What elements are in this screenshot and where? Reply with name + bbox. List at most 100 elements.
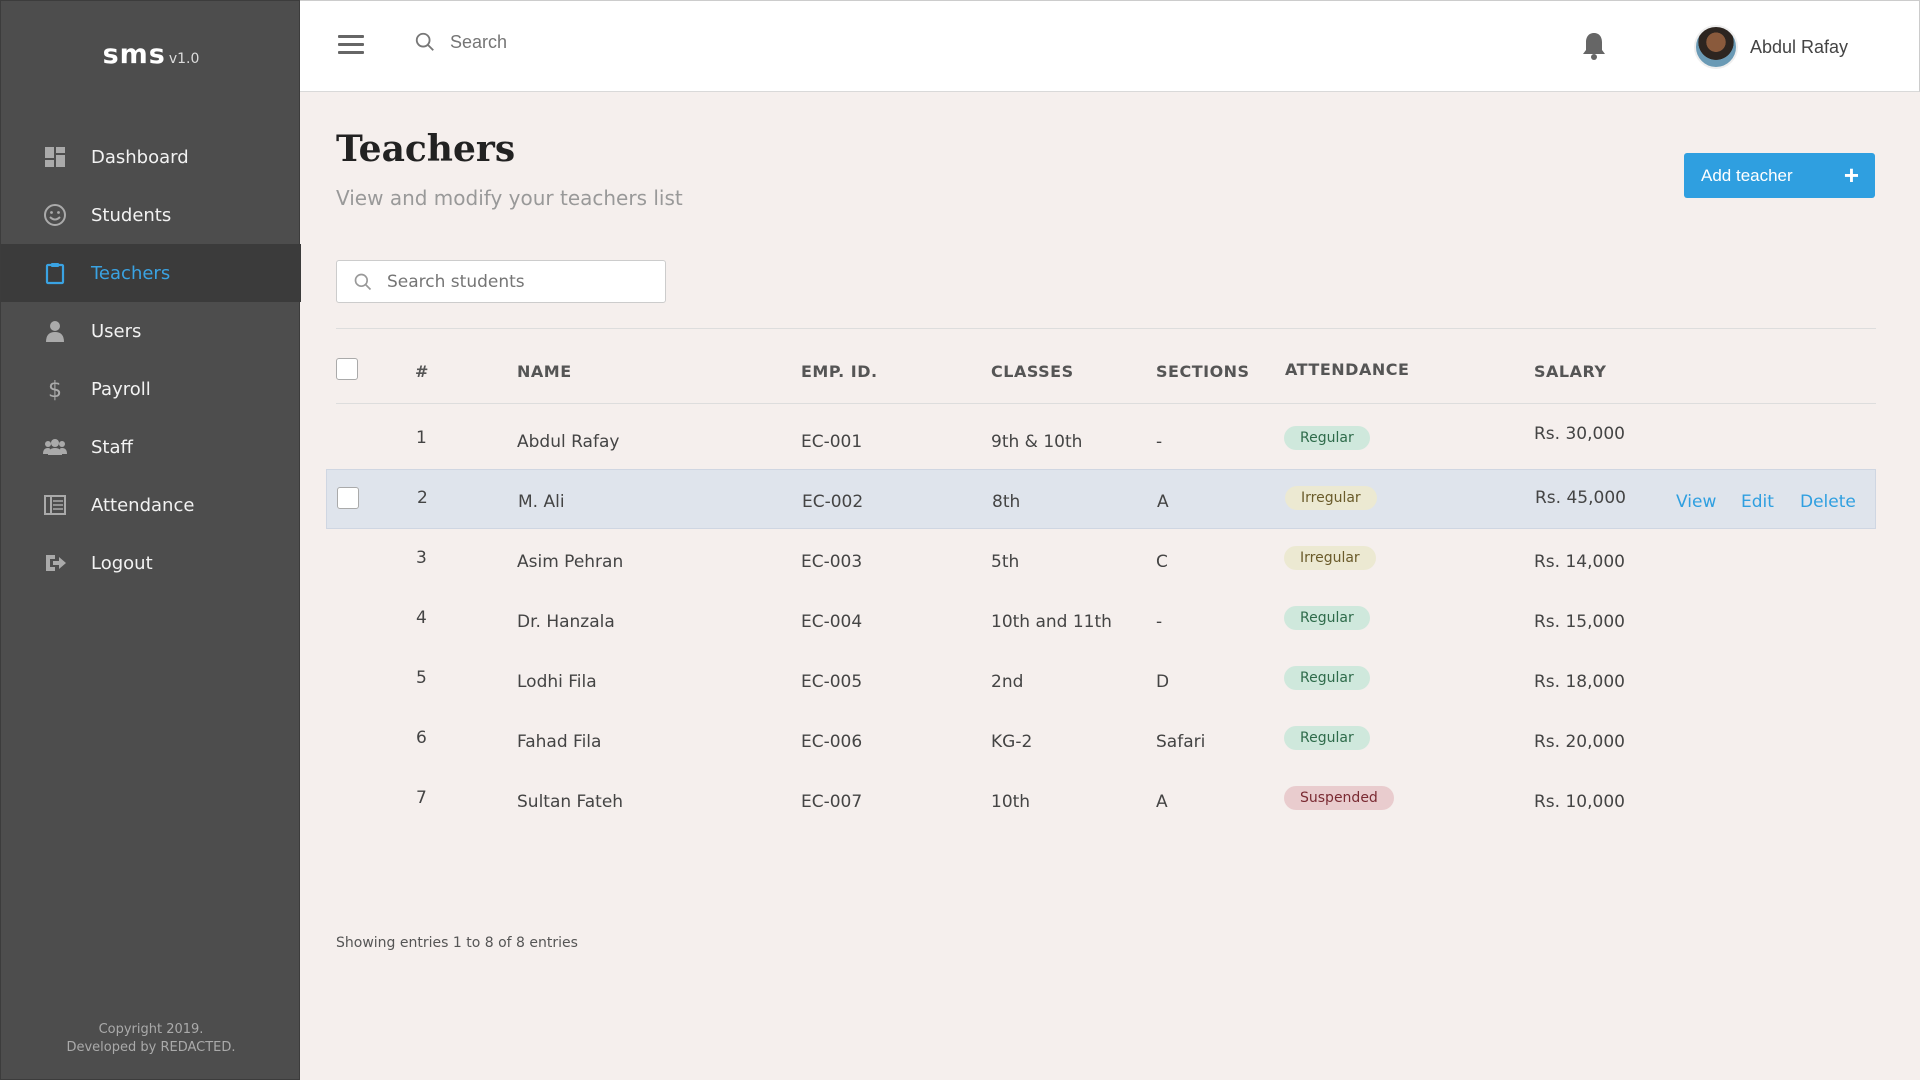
sections: C [1156,552,1168,572]
column-header-classes[interactable]: CLASSES [991,362,1074,381]
teacher-name: Sultan Fateh [517,792,624,812]
add-teacher-button[interactable]: Add teacher + [1684,153,1875,198]
edit-link[interactable]: Edit [1741,492,1774,512]
sidebar-item-attendance[interactable]: Attendance [1,476,301,534]
search-students-input[interactable] [387,271,657,292]
view-link[interactable]: View [1676,492,1716,512]
sections: A [1156,792,1168,812]
sidebar-item-users[interactable]: Users [1,302,301,360]
column-header-salary[interactable]: SALARY [1534,362,1607,381]
salary: Rs. 15,000 [1534,612,1625,632]
status-badge: Regular [1284,666,1370,690]
teacher-name: Fahad Fila [517,732,602,752]
svg-text:$: $ [48,378,62,401]
classes: 10th [991,792,1031,812]
classes: 10th and 11th [991,612,1112,632]
avatar [1694,25,1738,69]
menu-toggle-button[interactable] [338,35,364,55]
salary: Rs. 20,000 [1534,732,1625,752]
row-number: 2 [417,488,428,508]
sidebar-item-label: Payroll [91,378,151,400]
salary: Rs. 10,000 [1534,792,1625,812]
page-subtitle: View and modify your teachers list [336,186,683,210]
teacher-name: Asim Pehran [517,552,624,572]
table-row[interactable]: 3 Asim Pehran EC-003 5th C Irregular Rs.… [326,530,1876,590]
search-input[interactable] [450,31,850,53]
delete-link[interactable]: Delete [1800,492,1856,512]
sidebar-item-students[interactable]: Students [1,186,301,244]
register-icon [43,493,67,517]
column-header-emp-id[interactable]: EMP. ID. [801,362,878,381]
teacher-name: Lodhi Fila [517,672,597,692]
user-icon [43,319,67,343]
sidebar-item-label: Students [91,204,172,226]
hamburger-line [338,51,364,54]
hamburger-line [338,35,364,38]
status-badge: Suspended [1284,786,1394,810]
row-number: 6 [416,728,427,748]
sidebar: sms v1.0 Dashboard Students Teachers User… [0,0,301,1080]
column-header-name[interactable]: NAME [517,362,572,381]
emp-id: EC-001 [801,432,863,452]
plus-icon: + [1843,160,1859,190]
search-icon [415,32,434,51]
search-students [336,260,666,303]
sections: A [1157,492,1169,512]
table-header: # NAME EMP. ID. CLASSES SECTIONS ATTENDA… [336,352,1876,404]
sidebar-item-logout[interactable]: Logout [1,534,301,592]
smiley-icon [43,203,67,227]
row-number: 3 [416,548,427,568]
classes: 9th & 10th [991,432,1083,452]
sidebar-item-dashboard[interactable]: Dashboard [1,128,301,186]
teacher-name: Dr. Hanzala [517,612,615,632]
salary: Rs. 18,000 [1534,672,1625,692]
table-row[interactable]: 4 Dr. Hanzala EC-004 10th and 11th - Reg… [326,590,1876,650]
entries-info: Showing entries 1 to 8 of 8 entries [336,935,578,951]
salary: Rs. 45,000 [1535,488,1626,508]
teacher-name: M. Ali [518,492,565,512]
row-number: 7 [416,788,427,808]
classes: KG-2 [991,732,1033,752]
emp-id: EC-005 [801,672,863,692]
brand-name: sms [102,39,166,70]
row-number: 4 [416,608,427,628]
page-title: Teachers [336,128,516,170]
copyright-text: Copyright 2019. [98,1022,204,1037]
status-badge: Irregular [1284,546,1376,570]
hamburger-line [338,43,364,46]
notifications-bell-icon[interactable] [1580,31,1608,61]
sidebar-item-label: Users [91,320,142,342]
sidebar-item-payroll[interactable]: $ Payroll [1,360,301,418]
row-checkbox[interactable] [337,487,359,509]
sidebar-footer: Copyright 2019. Developed by REDACTED. [1,1021,301,1057]
table-row[interactable]: 2 M. Ali EC-002 8th A Irregular Rs. 45,0… [326,469,1876,529]
emp-id: EC-002 [802,492,864,512]
column-header-attendance[interactable]: ATTENDANCE [1285,360,1409,379]
table-row[interactable]: 1 Abdul Rafay EC-001 9th & 10th - Regula… [326,410,1876,470]
user-menu[interactable]: Abdul Rafay [1694,25,1848,69]
status-badge: Regular [1284,606,1370,630]
status-badge: Irregular [1285,486,1377,510]
table-row[interactable]: 5 Lodhi Fila EC-005 2nd D Regular Rs. 18… [326,650,1876,710]
group-icon [43,435,67,459]
sidebar-item-label: Attendance [91,494,195,516]
salary: Rs. 30,000 [1534,424,1625,444]
row-number: 1 [416,428,427,448]
column-header-number: # [415,362,429,381]
column-header-sections[interactable]: SECTIONS [1156,362,1250,381]
emp-id: EC-007 [801,792,863,812]
sidebar-item-label: Staff [91,436,133,458]
select-all-checkbox[interactable] [336,358,358,380]
sidebar-item-label: Logout [91,552,153,574]
brand-logo[interactable]: sms v1.0 [1,39,301,70]
sidebar-item-staff[interactable]: Staff [1,418,301,476]
row-number: 5 [416,668,427,688]
emp-id: EC-006 [801,732,863,752]
table-row[interactable]: 6 Fahad Fila EC-006 KG-2 Safari Regular … [326,710,1876,770]
status-badge: Regular [1284,426,1370,450]
table-row[interactable]: 7 Sultan Fateh EC-007 10th A Suspended R… [326,770,1876,830]
sidebar-item-teachers[interactable]: Teachers [1,244,301,302]
emp-id: EC-004 [801,612,863,632]
sections: - [1156,432,1163,452]
salary: Rs. 14,000 [1534,552,1625,572]
